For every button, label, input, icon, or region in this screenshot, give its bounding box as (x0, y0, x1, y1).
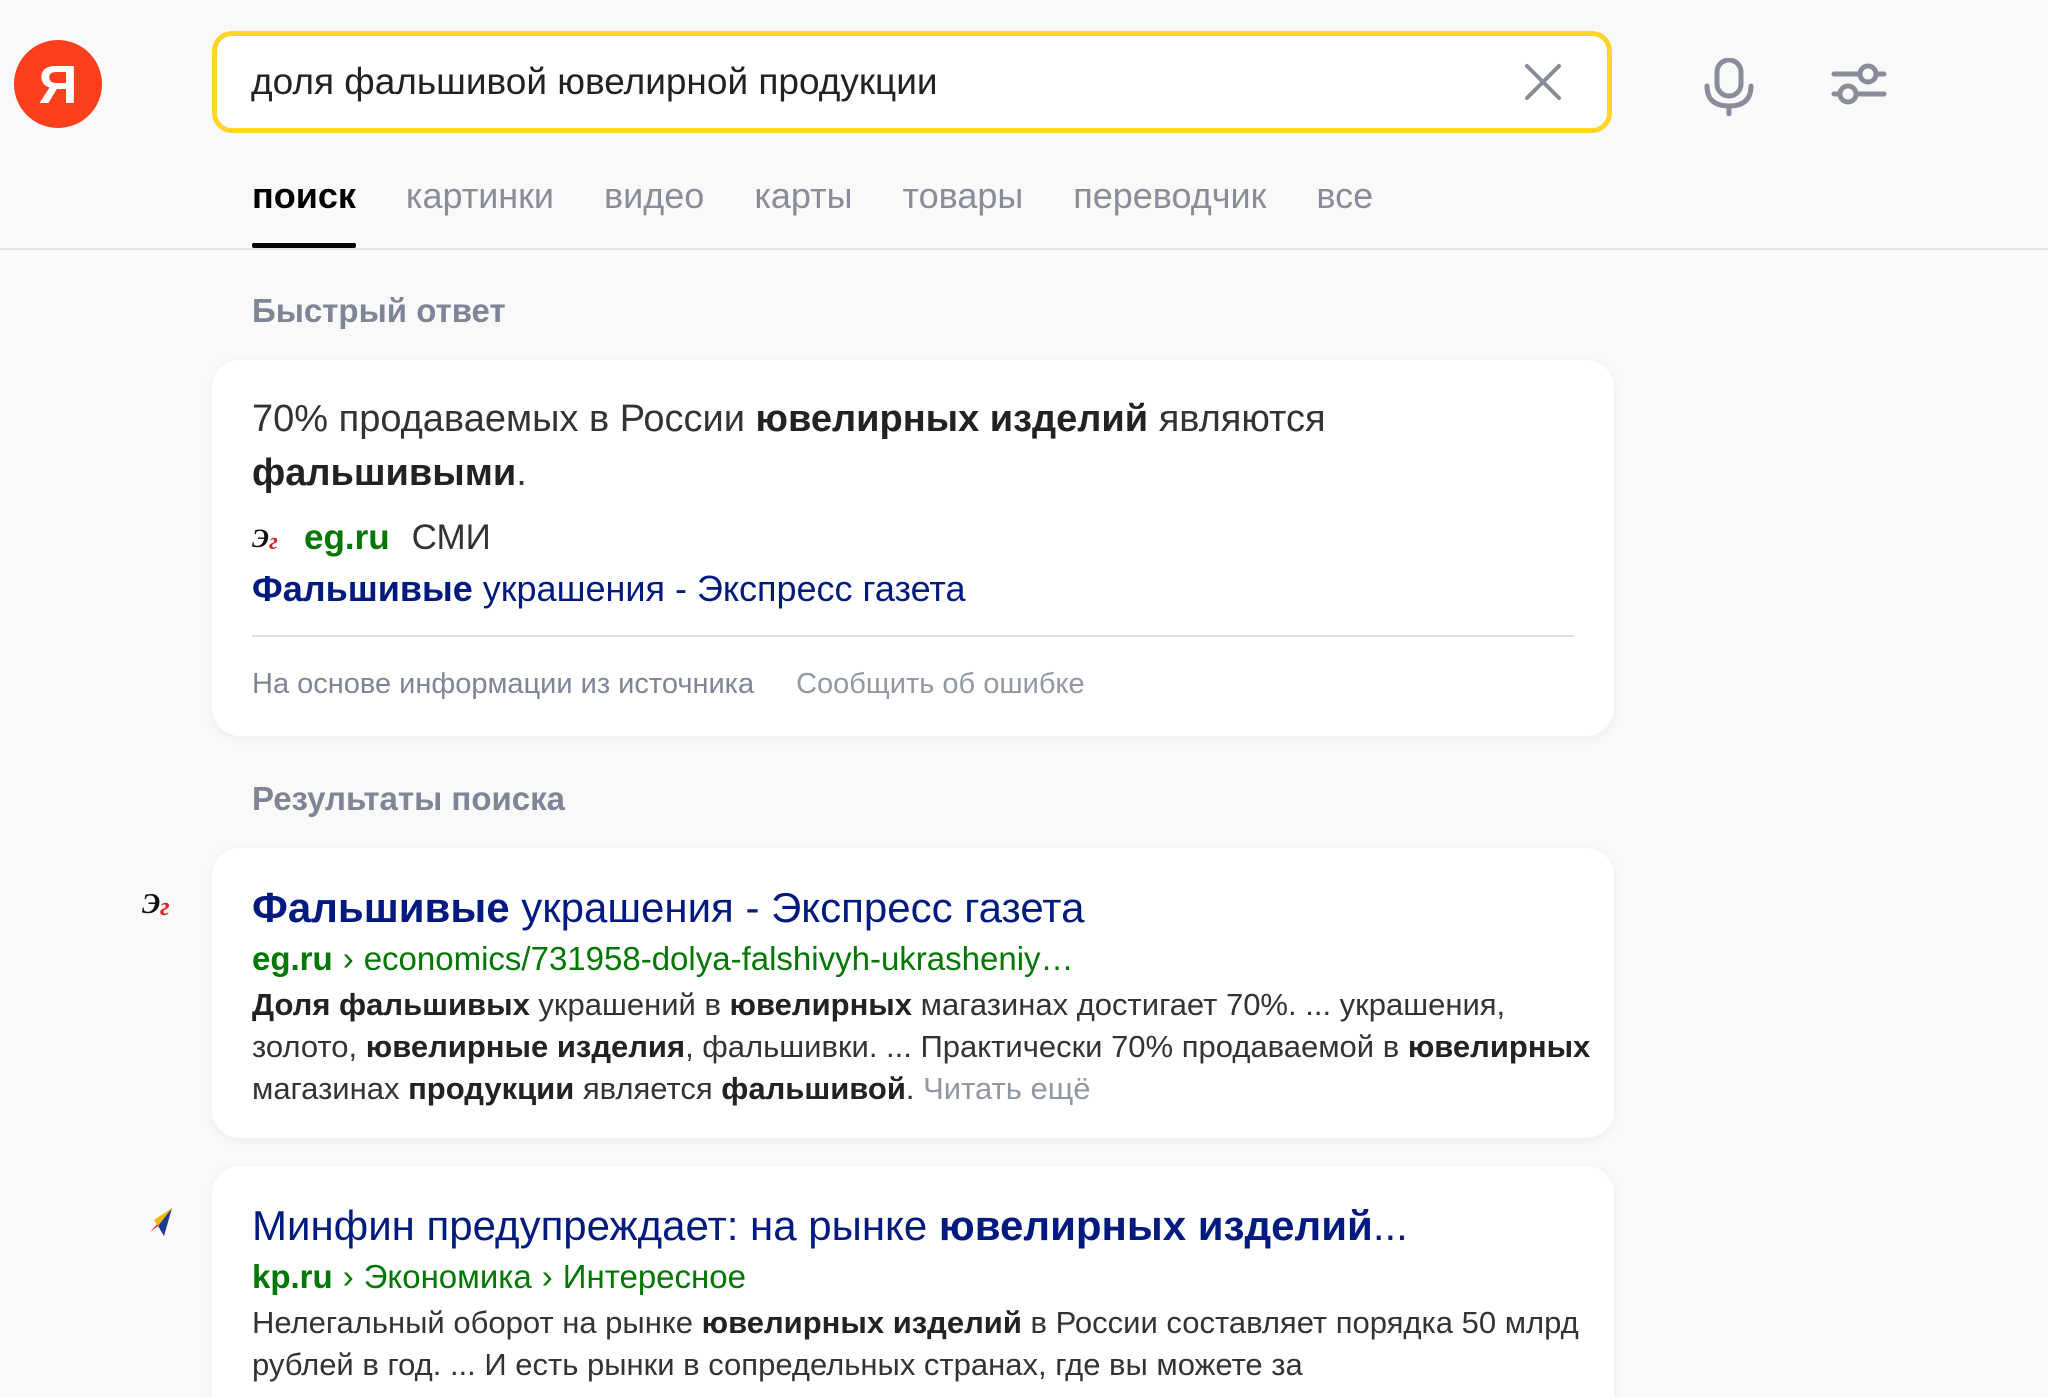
breadcrumb-chevron-icon: › (342, 1258, 354, 1295)
search-result: Минфин предупреждает: на рынке ювелирных… (212, 1166, 1614, 1397)
text-fragment: ювелирных (729, 987, 913, 1022)
search-tabs: поиск картинки видео карты товары переводчик в… (252, 168, 1423, 248)
kp-logo-icon (150, 1208, 172, 1236)
text-fragment: Фальшивые (252, 884, 510, 931)
text-fragment: фальшивыми (252, 452, 517, 494)
eg-logo-icon: Э г (142, 889, 170, 920)
text-fragment: ювелирных изделий (755, 398, 1149, 440)
read-more-link[interactable]: Читать ещё (923, 1071, 1090, 1106)
tab-0[interactable]: поиск (252, 168, 356, 248)
report-error-link[interactable]: Сообщить об ошибке (796, 668, 1084, 701)
result-url: eg.ru › economics/731958-dolya-falshivyh-u… (252, 940, 1074, 978)
search-result: Фальшивые украшения - Экспресс газета eg… (212, 848, 1614, 1138)
text-fragment: ювелирных изделий (701, 1305, 1022, 1340)
text-fragment: Нелегальный оборот на рынке (252, 1305, 702, 1340)
text-fragment: фальшивой (721, 1071, 906, 1106)
text-fragment: Фальшивые (252, 568, 473, 609)
quick-answer-card: 70% продаваемых в России ювелирных издел… (212, 360, 1614, 736)
result-domain-link[interactable]: eg.ru (252, 940, 333, 977)
quick-answer-title: Быстрый ответ (252, 292, 506, 329)
text-fragment: , фальшивки. ... Практически 70% продава… (685, 1029, 1408, 1064)
text-fragment: украшения - Экспресс газета (509, 884, 1085, 931)
text-fragment: украшения - Экспресс газета (472, 568, 966, 609)
filters-icon[interactable] (1830, 62, 1888, 106)
breadcrumb-link[interactable]: Экономика (364, 1258, 532, 1295)
text-fragment: являются (1148, 398, 1326, 440)
quick-answer-source: Э г eg.ru СМИ (252, 518, 491, 558)
page: Я поиск картинки видео карты товары переводчи… (0, 0, 2048, 1397)
results-title: Результаты поиска (252, 780, 566, 817)
text-fragment: Доля фальшивых (252, 987, 530, 1022)
source-type-label: СМИ (411, 518, 491, 557)
breadcrumb-chevron-icon: › (342, 940, 354, 977)
svg-text:Э: Э (252, 524, 269, 553)
tab-1[interactable]: картинки (406, 168, 554, 248)
yandex-logo[interactable]: Я (14, 40, 102, 128)
source-info-label: На основе информации из источника (252, 668, 755, 700)
result-domain-link[interactable]: kp.ru (252, 1258, 333, 1295)
tab-3[interactable]: карты (754, 168, 852, 248)
quick-answer-footer: На основе информации из источника Сообщи… (252, 668, 1127, 701)
text-fragment: 70% продаваемых в России (252, 398, 756, 440)
result-snippet: Доля фальшивых украшений в ювелирных маг… (252, 984, 1592, 1110)
result-snippet: Нелегальный оборот на рынке ювелирных из… (252, 1302, 1592, 1386)
header: Я поиск картинки видео карты товары переводчи… (0, 0, 2048, 250)
search-input[interactable] (251, 61, 1491, 103)
microphone-icon[interactable] (1702, 58, 1756, 116)
breadcrumb-link[interactable]: Интересное (563, 1258, 746, 1295)
search-box[interactable] (212, 31, 1612, 133)
quick-answer-source-link[interactable]: Фальшивые украшения - Экспресс газета (252, 568, 966, 610)
text-fragment: магазинах (252, 1071, 409, 1106)
breadcrumb-chevron-icon: › (541, 1258, 553, 1295)
text-fragment: Минфин предупреждает: на рынке (252, 1202, 939, 1249)
tab-6[interactable]: все (1316, 168, 1373, 248)
text-fragment: является (574, 1071, 722, 1106)
tab-4[interactable]: товары (903, 168, 1024, 248)
text-fragment: продукции (408, 1071, 575, 1106)
result-title-link[interactable]: Фальшивые украшения - Экспресс газета (252, 884, 1084, 932)
text-fragment: ... (1372, 1202, 1408, 1249)
clear-icon[interactable] (1521, 60, 1565, 104)
text-fragment: . (516, 452, 527, 494)
svg-text:г: г (269, 529, 278, 553)
text-fragment: ювелирных (1407, 1029, 1591, 1064)
quick-answer-text: 70% продаваемых в России ювелирных издел… (252, 392, 1532, 500)
result-title-link[interactable]: Минфин предупреждает: на рынке ювелирных… (252, 1202, 1408, 1250)
text-fragment: украшений в (529, 987, 730, 1022)
eg-logo-icon: Э г (252, 524, 278, 553)
logo-letter: Я (38, 55, 78, 115)
tab-5[interactable]: переводчик (1073, 168, 1266, 248)
svg-text:Э: Э (142, 889, 160, 920)
source-domain-link[interactable]: eg.ru (304, 518, 390, 558)
divider (252, 635, 1574, 637)
text-fragment: ювелирные изделия (365, 1029, 686, 1064)
result-url: kp.ru › Экономика › Интересное (252, 1258, 746, 1296)
breadcrumb-link[interactable]: economics/731958-dolya-falshivyh-ukrashe… (364, 940, 1074, 977)
svg-text:г: г (160, 892, 170, 920)
text-fragment: ювелирных изделий (938, 1202, 1373, 1249)
tab-2[interactable]: видео (604, 168, 704, 248)
text-fragment: . (905, 1071, 924, 1106)
